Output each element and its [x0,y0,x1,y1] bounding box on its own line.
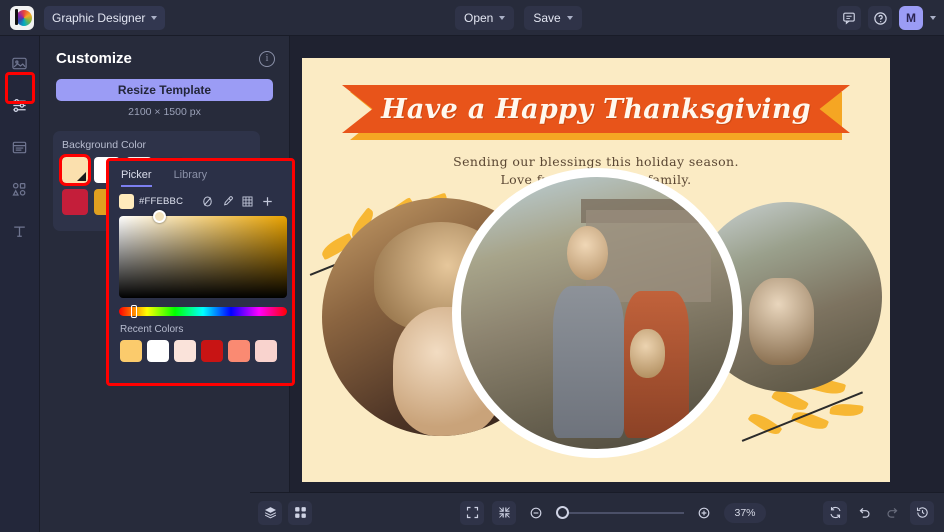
chevron-down-icon [151,15,158,20]
photo-center[interactable] [452,168,742,458]
sidebar-item-images[interactable] [7,50,33,76]
resize-template-label: Resize Template [117,83,212,97]
recent-color-swatch[interactable] [228,340,250,362]
background-color-label: Background Color [62,139,147,151]
history-icon[interactable] [910,500,934,525]
recent-colors-label: Recent Colors [120,324,184,335]
recent-color-swatch[interactable] [201,340,223,362]
template-dimensions: 2100 × 1500 px [128,106,201,118]
zoom-slider-handle[interactable] [556,505,569,519]
undo-icon[interactable] [852,501,876,525]
chevron-down-icon [499,16,506,20]
sidebar-item-text[interactable] [7,218,33,244]
collapse-icon[interactable] [492,500,516,525]
recent-color-swatch[interactable] [255,340,277,362]
swatch-corner-indicator [77,172,86,181]
redo-icon[interactable] [881,501,905,525]
tab-picker[interactable]: Picker [121,169,152,187]
zoom-in-icon[interactable] [692,501,716,525]
help-circle-icon[interactable] [868,6,892,30]
photo-detail [553,285,625,439]
avatar-initial: M [906,11,916,25]
logo-ring [16,9,32,26]
saturation-value-handle[interactable] [153,210,166,223]
hue-slider[interactable] [119,305,287,318]
zoom-slider[interactable] [556,505,684,519]
picker-tabs: Picker Library [109,161,292,187]
background-swatch[interactable] [62,189,88,215]
design-canvas[interactable]: Have a Happy Thanksgiving Sending our bl… [302,58,890,482]
no-color-icon[interactable] [200,194,215,209]
recent-color-swatch[interactable] [174,340,196,362]
background-swatch[interactable] [59,154,91,186]
panel-header: Customize i [40,36,289,67]
chevron-down-icon [566,16,573,20]
tab-library[interactable]: Library [174,169,208,187]
comment-icon[interactable] [837,6,861,30]
account-chevron-down-icon[interactable] [930,16,936,20]
palette-grid-icon[interactable] [240,194,255,209]
left-tool-rail [0,36,40,532]
recent-color-swatch[interactable] [120,340,142,362]
zoom-controls: 37% [460,500,766,525]
history-controls [823,500,934,525]
open-button[interactable]: Open [455,6,515,30]
saturation-value-area[interactable] [119,210,287,298]
save-label: Save [533,11,561,25]
eyedropper-icon[interactable] [220,194,235,209]
resize-template-button[interactable]: Resize Template [56,79,273,101]
sidebar-item-layouts[interactable] [7,134,33,160]
photo-detail [629,329,665,379]
banner-text: Have a Happy Thanksgiving [381,93,811,125]
page-title: Customize [56,50,132,67]
banner-ribbon-front: Have a Happy Thanksgiving [342,85,850,133]
sidebar-item-customize[interactable] [7,92,33,118]
hue-slider-handle[interactable] [131,305,137,318]
open-label: Open [464,11,494,25]
logo-stem [15,8,18,25]
layers-icon[interactable] [258,500,282,525]
fit-screen-icon[interactable] [460,500,484,525]
app-logo-icon[interactable] [10,5,34,30]
current-color-swatch [119,194,134,209]
banner-ribbon[interactable]: Have a Happy Thanksgiving [342,85,850,141]
grid-view-icon[interactable] [288,500,312,525]
recent-colors-row [109,335,292,362]
photo-detail [567,225,608,281]
sidebar-item-elements[interactable] [7,176,33,202]
zoom-out-icon[interactable] [524,501,548,525]
hex-value-input[interactable]: #FFEBBC [139,196,195,207]
bottom-toolbar: 37% [250,492,944,532]
document-type-dropdown[interactable]: Graphic Designer [44,5,166,30]
recent-color-swatch[interactable] [147,340,169,362]
info-icon[interactable]: i [259,50,275,67]
file-actions: Open Save [455,6,582,30]
reset-icon[interactable] [823,500,847,525]
document-type-label: Graphic Designer [52,10,146,25]
top-toolbar: Graphic Designer Open Save M [0,0,944,36]
save-button[interactable]: Save [524,6,582,30]
avatar[interactable]: M [899,6,923,30]
hex-input-row: #FFEBBC [109,187,292,209]
plus-icon[interactable] [260,194,275,209]
color-picker-popover: Picker Library #FFEBBC Recent Colors [106,158,295,386]
canvas-area[interactable]: Have a Happy Thanksgiving Sending our bl… [290,36,944,492]
bottom-left-tools [258,500,312,525]
account-actions: M [837,6,936,30]
zoom-level-value[interactable]: 37% [724,502,766,523]
